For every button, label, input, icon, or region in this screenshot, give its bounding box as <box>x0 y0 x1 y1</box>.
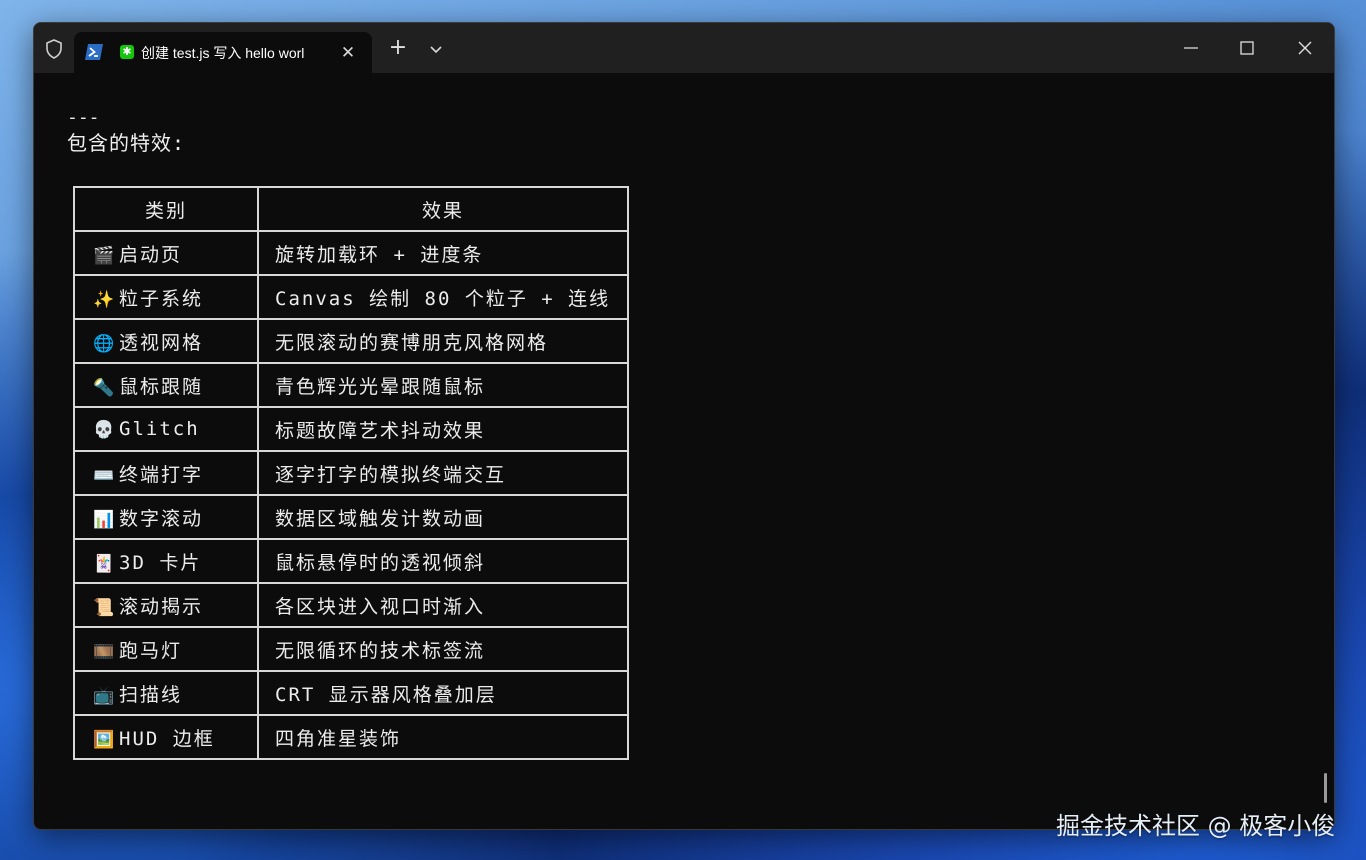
tab-close-icon[interactable]: ✕ <box>337 42 359 64</box>
scrollbar-thumb[interactable] <box>1324 773 1327 803</box>
table-row: 🃏 3D 卡片 鼠标悬停时的透视倾斜 <box>73 538 629 584</box>
asterisk-badge-icon: ✱ <box>120 45 134 59</box>
playing-card-icon: 🃏 <box>93 553 115 574</box>
table-row: 🔦 鼠标跟随 青色辉光光晕跟随鼠标 <box>73 362 629 408</box>
separator-line: --- <box>67 107 100 128</box>
tab-active[interactable]: ✱ 创建 test.js 写入 hello worl ✕ <box>74 32 372 73</box>
category-cell: 🎞️ 跑马灯 <box>73 626 259 672</box>
effect-cell: 鼠标悬停时的透视倾斜 <box>257 538 629 584</box>
category-label: 3D 卡片 <box>119 551 202 574</box>
globe-icon: 🌐 <box>93 333 115 354</box>
title-bar: ✱ 创建 test.js 写入 hello worl ✕ + <box>34 23 1334 73</box>
framed-picture-icon: 🖼️ <box>93 729 115 750</box>
effect-cell: 四角准星装饰 <box>257 714 629 760</box>
effect-cell: 各区块进入视口时渐入 <box>257 582 629 628</box>
effect-cell: 旋转加载环 + 进度条 <box>257 230 629 276</box>
category-cell: 💀 Glitch <box>73 406 259 452</box>
category-cell: 📜 滚动揭示 <box>73 582 259 628</box>
column-header-effect: 效果 <box>257 186 629 232</box>
bar-chart-icon: 📊 <box>93 509 115 530</box>
skull-icon: 💀 <box>93 420 115 440</box>
effect-cell: Canvas 绘制 80 个粒子 + 连线 <box>257 274 629 320</box>
category-label: 跑马灯 <box>119 639 183 662</box>
powershell-icon <box>85 44 103 60</box>
section-heading: 包含的特效: <box>67 131 186 155</box>
column-header-category: 类别 <box>73 186 259 232</box>
television-icon: 📺 <box>93 685 115 706</box>
category-cell: 🖼️ HUD 边框 <box>73 714 259 760</box>
category-cell: 📺 扫描线 <box>73 670 259 716</box>
chevron-down-icon[interactable] <box>424 40 448 60</box>
effect-cell: 无限循环的技术标签流 <box>257 626 629 672</box>
terminal-output[interactable]: --- 包含的特效: 类别 效果 🎬 启动页 旋转加载环 + 进度条 ✨ 粒子系统 Can… <box>34 73 1334 829</box>
effect-cell: CRT 显示器风格叠加层 <box>257 670 629 716</box>
flashlight-icon: 🔦 <box>93 377 115 398</box>
new-tab-button[interactable]: + <box>386 37 410 61</box>
category-label: 鼠标跟随 <box>119 375 204 398</box>
table-row: 🎬 启动页 旋转加载环 + 进度条 <box>73 230 629 276</box>
effects-table: 类别 效果 🎬 启动页 旋转加载环 + 进度条 ✨ 粒子系统 Canvas 绘制 80 个… <box>73 186 629 760</box>
effect-cell: 数据区域触发计数动画 <box>257 494 629 540</box>
category-label: 启动页 <box>119 243 183 266</box>
scroll-icon: 📜 <box>93 597 115 618</box>
film-frames-icon: 🎞️ <box>93 641 115 662</box>
maximize-icon[interactable] <box>1232 35 1262 61</box>
sparkles-icon: ✨ <box>93 289 115 310</box>
category-cell: 📊 数字滚动 <box>73 494 259 540</box>
clapper-icon: 🎬 <box>93 245 115 266</box>
category-cell: 🃏 3D 卡片 <box>73 538 259 584</box>
category-label: 数字滚动 <box>119 507 204 530</box>
table-row: 📺 扫描线 CRT 显示器风格叠加层 <box>73 670 629 716</box>
table-row: ⌨️ 终端打字 逐字打字的模拟终端交互 <box>73 450 629 496</box>
table-row: 🖼️ HUD 边框 四角准星装饰 <box>73 714 629 760</box>
table-row: 📊 数字滚动 数据区域触发计数动画 <box>73 494 629 540</box>
table-row: 🎞️ 跑马灯 无限循环的技术标签流 <box>73 626 629 672</box>
category-cell: ⌨️ 终端打字 <box>73 450 259 496</box>
effect-cell: 无限滚动的赛博朋克风格网格 <box>257 318 629 364</box>
category-cell: ✨ 粒子系统 <box>73 274 259 320</box>
category-cell: 🌐 透视网格 <box>73 318 259 364</box>
effect-cell: 标题故障艺术抖动效果 <box>257 406 629 452</box>
tab-title: 创建 test.js 写入 hello worl <box>141 45 305 61</box>
terminal-window: ✱ 创建 test.js 写入 hello worl ✕ + --- 包含的特效… <box>33 22 1335 830</box>
category-label: 滚动揭示 <box>119 595 204 618</box>
table-row: 🌐 透视网格 无限滚动的赛博朋克风格网格 <box>73 318 629 364</box>
watermark: 掘金技术社区 @ 极客小俊 <box>1056 812 1336 840</box>
table-row: ✨ 粒子系统 Canvas 绘制 80 个粒子 + 连线 <box>73 274 629 320</box>
keyboard-icon: ⌨️ <box>93 465 115 486</box>
category-label: 扫描线 <box>119 683 183 706</box>
category-label: 粒子系统 <box>119 287 204 310</box>
table-row: 💀 Glitch 标题故障艺术抖动效果 <box>73 406 629 452</box>
shield-icon <box>46 39 62 59</box>
close-icon[interactable] <box>1290 35 1320 61</box>
category-label: HUD 边框 <box>119 727 215 750</box>
effect-cell: 逐字打字的模拟终端交互 <box>257 450 629 496</box>
category-label: Glitch <box>119 418 200 440</box>
table-row: 📜 滚动揭示 各区块进入视口时渐入 <box>73 582 629 628</box>
effect-cell: 青色辉光光晕跟随鼠标 <box>257 362 629 408</box>
category-label: 透视网格 <box>119 331 204 354</box>
category-cell: 🔦 鼠标跟随 <box>73 362 259 408</box>
minimize-icon[interactable] <box>1176 35 1206 61</box>
category-cell: 🎬 启动页 <box>73 230 259 276</box>
table-header-row: 类别 效果 <box>73 186 629 232</box>
category-label: 终端打字 <box>119 463 204 486</box>
